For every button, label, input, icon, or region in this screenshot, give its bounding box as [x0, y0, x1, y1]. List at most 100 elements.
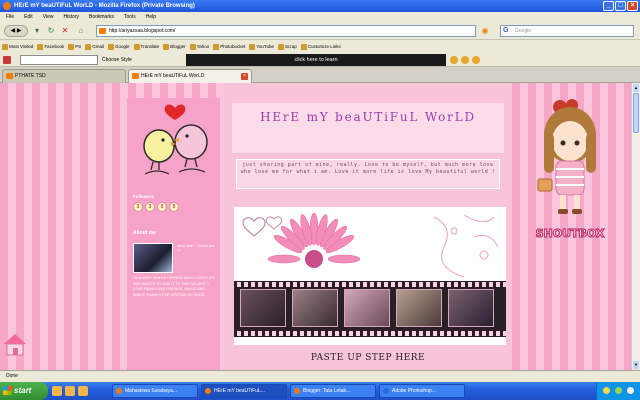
tray-icon[interactable] — [615, 387, 622, 394]
bookmark-icon — [85, 43, 92, 50]
bookmark-item[interactable]: Customize Links — [300, 40, 341, 53]
system-tray — [596, 382, 640, 400]
choose-style-button[interactable]: Choose Style — [102, 56, 132, 64]
film-photo — [240, 289, 286, 327]
blog-title[interactable]: HErE mY beaUTiFuL WorLD — [224, 111, 512, 124]
bookmark-item[interactable]: Photobucket — [213, 40, 245, 53]
navigation-toolbar: ◀ ▶ ▾ ↻ ✕ ⌂ http://ariyazsaa.blogspot.co… — [0, 22, 640, 40]
addon-icon[interactable] — [461, 56, 469, 64]
close-window-button[interactable]: × — [627, 1, 638, 11]
scroll-down-icon[interactable]: ▼ — [633, 361, 639, 369]
taskbar-button[interactable]: Mahasiswa Surabaya... — [112, 384, 198, 398]
taskbar-app-icon — [116, 388, 122, 394]
bookmark-icon — [163, 43, 170, 50]
tab-here-my-beautiful-world[interactable]: HErE mY beaUTiFuL WorLD × — [128, 69, 252, 83]
addon-banner[interactable]: click here to learn — [186, 54, 446, 66]
tab-favicon — [6, 73, 13, 79]
close-tab-icon[interactable]: × — [241, 73, 248, 80]
scrollbar-thumb[interactable] — [633, 93, 639, 133]
bookmark-icon — [2, 43, 8, 50]
shoutbox-girl-illustration[interactable]: SHOUTBOX — [530, 95, 610, 245]
windows-logo-icon — [3, 386, 12, 395]
addon-icon[interactable] — [450, 56, 458, 64]
quick-launch-icon[interactable] — [78, 386, 88, 396]
tab-strip: PTHATE TSD HErE mY beaUTiFuL WorLD × — [0, 67, 640, 83]
home-house-icon[interactable] — [2, 331, 28, 357]
bookmark-icon — [37, 43, 44, 50]
bookmark-item[interactable]: Scrap — [278, 40, 297, 53]
bookmark-item[interactable]: Translate — [133, 40, 159, 53]
google-icon: G — [503, 27, 509, 34]
windows-taskbar: start Mahasiswa Surabaya... HErE mY beaU… — [0, 382, 640, 400]
back-forward-button[interactable]: ◀ ▶ — [4, 25, 28, 37]
bookmark-icon — [107, 43, 114, 50]
addon-search-input[interactable] — [20, 55, 98, 65]
menu-bookmarks[interactable]: Bookmarks — [89, 12, 114, 22]
bookmark-item[interactable]: Blogger — [163, 40, 186, 53]
stop-icon[interactable]: ✕ — [60, 26, 70, 36]
film-photo — [396, 289, 442, 327]
post-title[interactable]: PASTE UP STEP HERE — [224, 353, 512, 363]
reload-icon[interactable]: ↻ — [46, 26, 56, 36]
taskbar-app-icon — [294, 388, 300, 394]
page-scrollbar[interactable]: ▲ ▼ — [631, 83, 640, 370]
status-text: Done — [6, 373, 18, 379]
taskbar-button-active[interactable]: HErE mY beaUTiFuL... — [201, 384, 287, 398]
menu-history[interactable]: History — [63, 12, 79, 22]
dropdown-icon[interactable]: ▾ — [32, 26, 42, 36]
menu-tools[interactable]: Tools — [124, 12, 136, 22]
minimize-button[interactable]: _ — [603, 1, 614, 11]
bookmark-item[interactable]: Yahoo — [189, 40, 209, 53]
menu-help[interactable]: Help — [146, 12, 156, 22]
tab-pthate[interactable]: PTHATE TSD — [2, 69, 126, 83]
bookmark-item[interactable]: Google — [107, 40, 130, 53]
photo-filmstrip — [234, 281, 506, 337]
status-bar: Done — [0, 370, 640, 382]
menu-view[interactable]: View — [43, 12, 54, 22]
home-icon[interactable]: ⌂ — [76, 26, 86, 36]
taskbar-button[interactable]: Blogger: Tata Letak... — [290, 384, 376, 398]
tray-icon[interactable] — [603, 387, 610, 394]
window-title: HErE mY beaUTiFuL WorLD - Mozilla Firefo… — [14, 3, 195, 9]
quick-launch-icon[interactable] — [52, 386, 62, 396]
quick-launch-icon[interactable] — [65, 386, 75, 396]
counter-digit: 0 — [157, 202, 167, 212]
bookmark-item[interactable]: Facebook — [37, 40, 64, 53]
header-banner-image — [234, 207, 506, 345]
address-bar[interactable]: http://ariyazsaa.blogspot.com/ — [96, 25, 476, 37]
followers-label: Followers — [133, 194, 155, 199]
profile-description: I'M A VERY SIMPLE PERSON WHO LOVES LIFE … — [133, 276, 216, 297]
taskbar-app-icon — [205, 388, 211, 394]
start-button[interactable]: start — [0, 382, 48, 400]
menu-bar: File Edit View History Bookmarks Tools H… — [0, 12, 640, 22]
bookmark-icon — [300, 43, 307, 50]
bookmark-item[interactable]: PS — [68, 40, 81, 53]
scroll-up-icon[interactable]: ▲ — [633, 84, 639, 92]
taskbar-button[interactable]: Adobe Photoshop... — [379, 384, 465, 398]
about-me-heading: About me — [133, 230, 157, 236]
bookmark-item[interactable]: Gmail — [85, 40, 104, 53]
addon-icon[interactable] — [472, 56, 480, 64]
search-box[interactable]: G Google — [500, 25, 634, 37]
maximize-button[interactable]: □ — [615, 1, 626, 11]
tray-icon[interactable] — [627, 387, 634, 394]
menu-file[interactable]: File — [6, 12, 14, 22]
tab-favicon — [132, 73, 139, 79]
bookmark-icon — [68, 43, 75, 50]
rss-icon[interactable]: ◉ — [480, 26, 490, 36]
bookmark-item[interactable]: Most Visited — [2, 40, 33, 53]
quick-launch — [52, 386, 88, 396]
page-content[interactable]: Followers 3 3 0 0 About me miss bee ~ lo… — [0, 83, 631, 370]
film-photo — [448, 289, 494, 327]
bookmark-icon — [189, 43, 196, 50]
taskbar-app-icon — [383, 388, 389, 394]
firefox-icon — [3, 2, 11, 10]
profile-photo[interactable] — [133, 243, 173, 273]
addon-toolbar: Choose Style click here to learn — [0, 53, 640, 67]
bookmark-icon — [133, 43, 140, 50]
site-favicon — [99, 28, 106, 34]
film-photo — [344, 289, 390, 327]
tab-label: HErE mY beaUTiFuL WorLD — [141, 73, 205, 79]
menu-edit[interactable]: Edit — [24, 12, 33, 22]
bookmark-item[interactable]: YouTube — [249, 40, 274, 53]
